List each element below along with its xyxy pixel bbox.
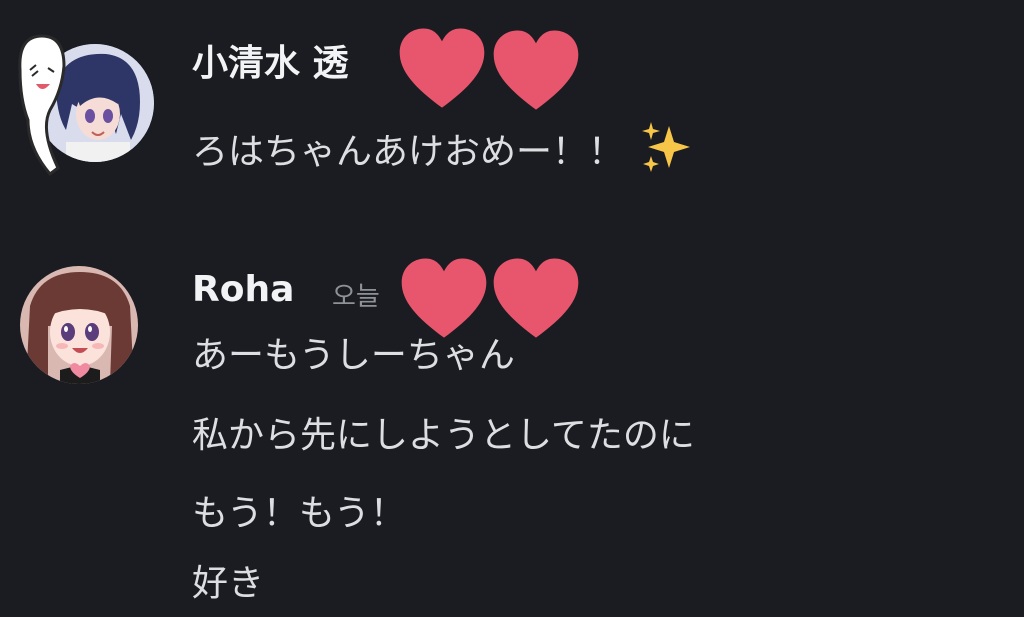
message-author[interactable]: 小清水 透: [192, 42, 349, 86]
roha-avatar-icon: [20, 266, 138, 384]
sparkles-icon: [639, 120, 695, 187]
heart-icon: [398, 256, 490, 342]
message-line: ろはちゃんあけおめー！！: [192, 131, 625, 173]
heart-icon: [490, 28, 582, 114]
message-line: もう！もう！: [192, 493, 406, 534]
ghost-icon: [10, 30, 70, 184]
message-line: 私から先にしようとしてたのに: [192, 415, 695, 456]
avatar[interactable]: [20, 266, 138, 384]
heart-icon: [396, 26, 488, 112]
heart-icon: [490, 256, 582, 342]
message-text: ろはちゃんあけおめー！！: [192, 120, 695, 187]
message-author[interactable]: Roha: [192, 268, 294, 312]
message-timestamp: 오늘: [332, 282, 380, 312]
chat-view: 小清水 透 ろはちゃんあけおめー！！ Roha 오늘 あーもうしーちゃん 私から…: [0, 0, 1024, 617]
message-line: 好き: [192, 563, 265, 604]
